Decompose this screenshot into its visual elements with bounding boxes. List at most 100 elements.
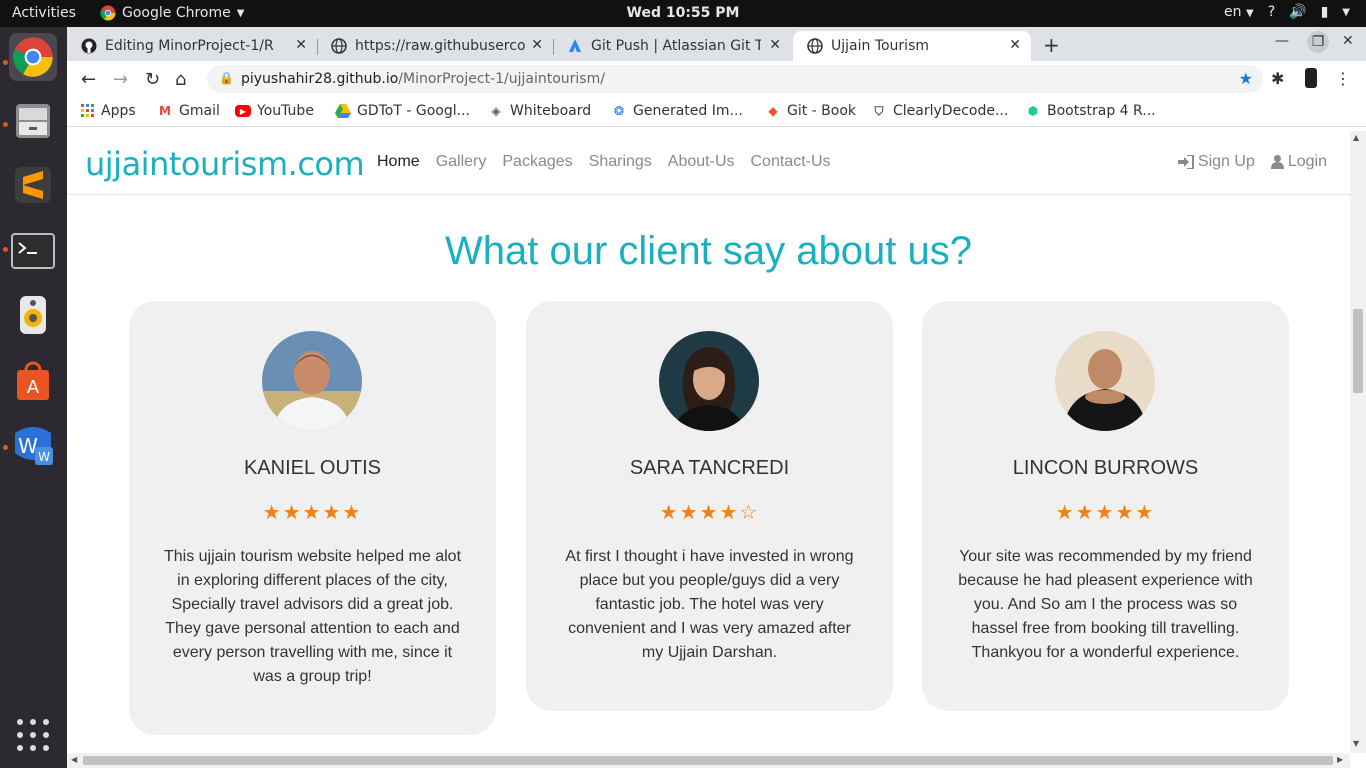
chrome-dock-icon[interactable] [9, 33, 57, 81]
tab-strip: Editing MinorProject-1/RE ✕ https://raw.… [67, 27, 1366, 61]
bookmark-generated-images[interactable]: ❂ Generated Im... [611, 103, 743, 119]
volume-icon[interactable]: 🔊 [1289, 4, 1306, 20]
chevron-down-icon[interactable]: ▼ [1342, 7, 1350, 18]
bookmark-apps[interactable]: Apps [81, 103, 136, 119]
scrollbar-thumb[interactable] [1353, 309, 1363, 393]
language-indicator[interactable]: en ▼ [1224, 4, 1254, 20]
browser-toolbar: ← → ↻ ⌂ 🔒 piyushahir28.github.io/MinorPr… [67, 61, 1366, 97]
nav-about-us[interactable]: About-Us [668, 153, 735, 171]
terminal-dock-icon[interactable] [9, 227, 57, 275]
bookmark-bootstrap[interactable]: ⬢ Bootstrap 4 R... [1025, 103, 1156, 119]
bookmark-label: ClearlyDecode... [893, 103, 1009, 119]
close-icon[interactable]: ✕ [295, 37, 307, 53]
software-dock-icon[interactable]: A [9, 357, 57, 405]
app-menu[interactable]: Google Chrome ▼ [100, 5, 244, 21]
files-dock-icon[interactable] [9, 97, 57, 145]
minimize-button[interactable]: — [1275, 33, 1289, 49]
testimonial-text: This ujjain tourism website helped me al… [163, 548, 462, 685]
avatar [262, 331, 362, 431]
maximize-button[interactable]: ❐ [1307, 31, 1329, 53]
bookmark-gmail[interactable]: M Gmail [157, 103, 220, 119]
tab-title: Git Push | Atlassian Git Tu [591, 38, 761, 54]
close-icon[interactable]: ✕ [531, 37, 543, 53]
horizontal-scrollbar[interactable]: ◀ ▶ [67, 753, 1350, 768]
close-icon[interactable]: ✕ [769, 37, 781, 53]
vertical-scrollbar[interactable]: ▲ ▼ [1350, 131, 1366, 753]
nav-gallery[interactable]: Gallery [436, 153, 487, 171]
bookmarks-bar: Apps M Gmail ▶ YouTube GDToT - Googl... … [67, 97, 1366, 127]
sublime-text-icon [15, 167, 51, 203]
bookmark-git-book[interactable]: ◆ Git - Book [765, 103, 856, 119]
close-icon[interactable]: ✕ [1009, 37, 1021, 53]
client-name: KANIEL OUTIS [243, 457, 382, 479]
login-link[interactable]: Login [1270, 153, 1327, 171]
back-button[interactable]: ← [81, 69, 96, 90]
github-icon [81, 38, 97, 54]
tab-title: Ujjain Tourism [831, 38, 930, 54]
bookmark-label: Apps [101, 103, 136, 119]
terminal-icon [11, 233, 55, 269]
diamond-icon: ◈ [491, 104, 501, 118]
rhythmbox-dock-icon[interactable] [9, 291, 57, 339]
bookmark-label: YouTube [257, 103, 314, 119]
tab-raw-github[interactable]: https://raw.githubuserco ✕ [317, 31, 553, 61]
speaker-icon [20, 296, 46, 334]
scrollbar-thumb[interactable] [83, 756, 1333, 765]
scroll-right-arrow-icon[interactable]: ▶ [1337, 755, 1343, 764]
profile-icon[interactable] [1305, 68, 1317, 88]
activities-button[interactable]: Activities [12, 5, 76, 21]
client-name: SARA TANCREDI [629, 457, 790, 479]
home-button[interactable]: ⌂ [175, 69, 186, 90]
scroll-down-arrow-icon[interactable]: ▼ [1353, 739, 1359, 748]
signup-link[interactable]: Sign Up [1177, 153, 1255, 171]
show-applications-icon[interactable] [17, 719, 49, 751]
bookmark-whiteboard[interactable]: ◈ Whiteboard [488, 103, 591, 119]
close-window-button[interactable]: ✕ [1342, 33, 1354, 49]
login-label: Login [1287, 153, 1327, 170]
bookmark-label: Gmail [179, 103, 220, 119]
avatar [659, 331, 759, 431]
globe-icon [807, 38, 823, 54]
client-name: LINCON BURROWS [1012, 457, 1199, 479]
tab-ujjain-tourism[interactable]: Ujjain Tourism ✕ [793, 31, 1031, 61]
site-navbar: ujjaintourism.com Home Gallery Packages … [67, 131, 1350, 195]
nav-sharings[interactable]: Sharings [589, 153, 652, 171]
clock[interactable]: Wed 10:55 PM [627, 5, 740, 21]
user-icon [1270, 155, 1284, 169]
url-path: /MinorProject-1/ujjaintourism/ [398, 71, 605, 87]
swirl-icon: ❂ [613, 104, 625, 118]
bookmark-youtube[interactable]: ▶ YouTube [235, 103, 314, 119]
bookmark-gdtot[interactable]: GDToT - Googl... [335, 103, 470, 119]
google-drive-icon [335, 104, 351, 118]
tab-github[interactable]: Editing MinorProject-1/RE ✕ [67, 31, 317, 61]
url-host: piyushahir28.github.io [241, 71, 399, 87]
battery-icon[interactable]: ▮ [1321, 4, 1329, 20]
scroll-left-arrow-icon[interactable]: ◀ [71, 755, 77, 764]
testimonial-card: SARA TANCREDI ★★★★☆ At first I thought i… [526, 301, 893, 711]
wps-dock-icon[interactable]: WW [9, 421, 57, 469]
address-bar[interactable]: 🔒 piyushahir28.github.io/MinorProject-1/… [207, 65, 1263, 93]
sublime-dock-icon[interactable] [9, 161, 57, 209]
browser-window: Editing MinorProject-1/RE ✕ https://raw.… [67, 27, 1366, 768]
extensions-puzzle-icon[interactable]: ✱ [1271, 69, 1284, 88]
kebab-menu-icon[interactable]: ⋮ [1335, 69, 1351, 88]
bookmark-star-icon[interactable]: ★ [1239, 69, 1253, 88]
auth-links: Sign Up Login [1177, 153, 1327, 171]
scroll-up-arrow-icon[interactable]: ▲ [1353, 133, 1359, 142]
reload-button[interactable]: ↻ [145, 69, 160, 90]
bookmark-clearlydecoded[interactable]: ⛉ ClearlyDecode... [871, 103, 1008, 119]
client-photo-icon [262, 331, 362, 431]
app-menu-label: Google Chrome [122, 5, 231, 21]
testimonial-text: At first I thought i have invested in wr… [565, 548, 854, 661]
nav-packages[interactable]: Packages [502, 153, 572, 171]
nav-contact-us[interactable]: Contact-Us [751, 153, 831, 171]
page-viewport: ujjaintourism.com Home Gallery Packages … [67, 131, 1350, 753]
site-logo[interactable]: ujjaintourism.com [85, 145, 365, 183]
nav-home[interactable]: Home [377, 153, 420, 171]
tab-atlassian[interactable]: Git Push | Atlassian Git Tu ✕ [553, 31, 791, 61]
avatar [1055, 331, 1155, 431]
forward-button[interactable]: → [113, 69, 128, 90]
running-indicator [3, 247, 8, 252]
new-tab-button[interactable]: + [1043, 33, 1060, 57]
help-icon[interactable]: ? [1268, 4, 1275, 20]
